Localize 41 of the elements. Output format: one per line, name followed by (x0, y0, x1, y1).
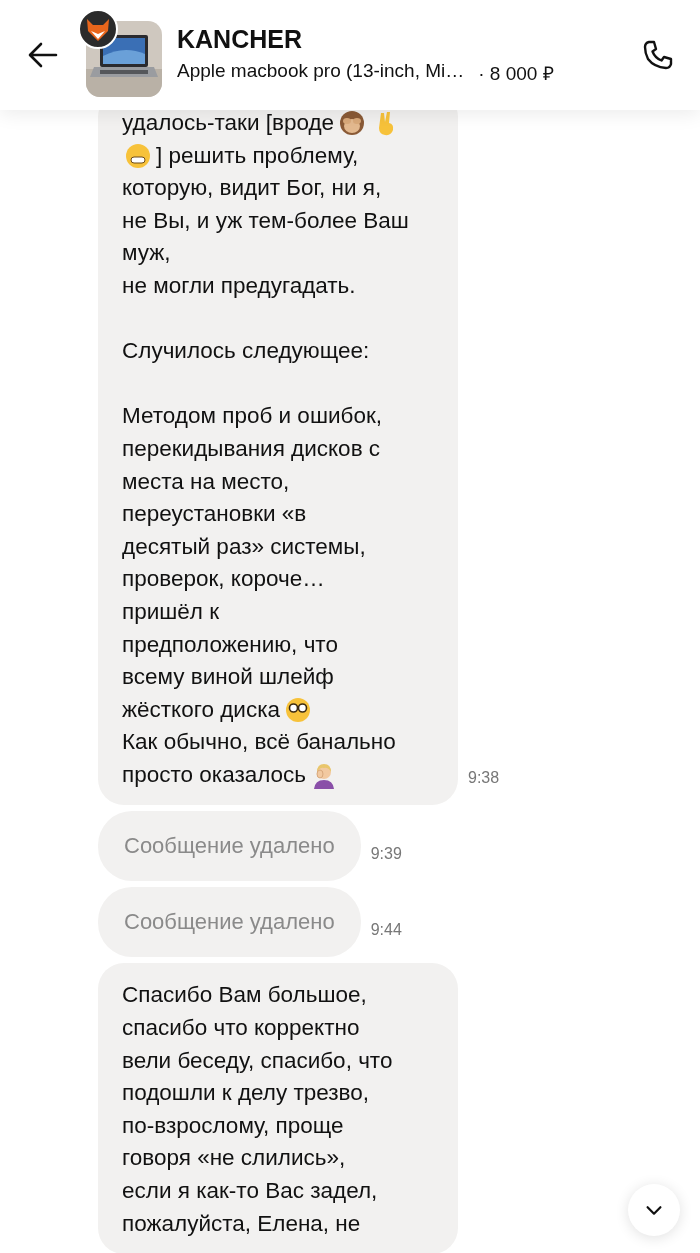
message-time: 9:38 (468, 769, 500, 789)
message-text: по-взрослому, проще (122, 1111, 344, 1140)
message-text: жёсткого диска (122, 695, 280, 724)
listing-title[interactable]: Apple macbook pro (13-inch, Mi… (177, 59, 465, 86)
message-text: места на место, (122, 467, 290, 496)
message-text: Случилось следующее: (122, 337, 370, 366)
message-text: всему виной шлейф (122, 663, 334, 692)
glasses-emoji-icon (284, 696, 312, 724)
deleted-message: Сообщение удалено (98, 811, 361, 882)
message-text: спасибо что корректно (122, 1014, 360, 1043)
message-text: пожалуйста, Елена, не (122, 1209, 361, 1238)
message-text: переустановки «в (122, 500, 307, 529)
message-text: которую, видит Бог, ни я, (122, 174, 382, 203)
grimace-emoji-icon (124, 141, 152, 170)
message-text: десятый раз» системы, (122, 532, 366, 561)
message-time: 9:39 (370, 845, 402, 865)
message-time: 9:44 (370, 921, 402, 941)
message-text: вели беседу, спасибо, что (122, 1046, 393, 1075)
message-text: не Вы, и уж тем-более Ваш (122, 206, 409, 235)
message-text: Как обычно, всё банально (122, 728, 396, 757)
message-text: просто оказалось (122, 760, 307, 789)
deleted-message: Сообщение удалено (98, 887, 361, 958)
message-text: перекидывания дисков с (122, 434, 381, 463)
message-text: пришёл к (122, 597, 220, 626)
phone-icon[interactable] (642, 39, 674, 71)
message-text: ] решить проблему, (156, 141, 359, 170)
message-text: подошли к делу трезво, (122, 1079, 370, 1108)
message-text: муж, (122, 239, 171, 268)
message-text: Спасибо Вам большое, (122, 981, 367, 1010)
seller-name: KANCHER (177, 24, 303, 54)
message-text: удалось-таки [вроде (122, 110, 335, 137)
monkey-emoji-icon (338, 110, 367, 138)
listing-price: · 8 000 ₽ (478, 61, 554, 86)
message-text: Методом проб и ошибок, (122, 402, 382, 431)
message-text: если я как-то Вас задел, (122, 1177, 378, 1206)
fox-avatar-icon (78, 9, 118, 49)
message-text: предположению, что (122, 630, 338, 659)
back-arrow-icon[interactable] (28, 42, 58, 68)
message-text: говоря «не слились», (122, 1144, 346, 1173)
message-text: проверок, короче… (122, 565, 325, 594)
message-text: не могли предугадать. (122, 271, 356, 300)
